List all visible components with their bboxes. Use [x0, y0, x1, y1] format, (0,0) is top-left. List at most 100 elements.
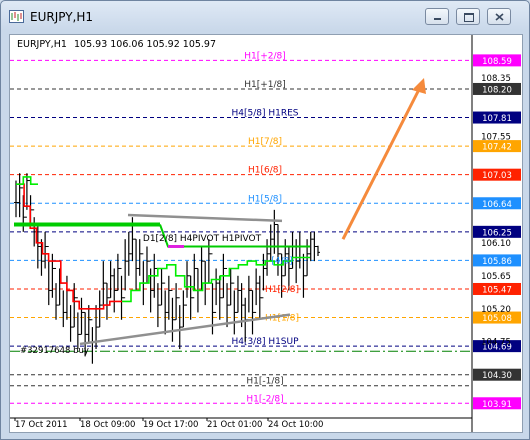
candle-bar: [68, 289, 73, 342]
chart-app-icon: [9, 10, 24, 23]
maximize-icon: [464, 13, 474, 22]
candle-bar: [225, 267, 230, 328]
price-tag: 104.30: [473, 368, 521, 381]
candle-bar: [232, 282, 237, 335]
level-label: H4[3/8] H1SUP: [231, 337, 299, 347]
price-tag: 107.81: [473, 111, 521, 124]
candle-bar: [86, 305, 91, 342]
maximize-button[interactable]: [456, 8, 480, 25]
candle-bar: [141, 253, 146, 306]
candle-bar: [126, 231, 131, 276]
chart-symbol: EURJPY,H1: [17, 39, 67, 50]
candle-bar: [181, 290, 186, 328]
price-chart[interactable]: H1[+2/8] 108.59 H1[+1/8] 108.20 H4[5/8] H1RE…: [10, 35, 522, 432]
price-tag: 107.03: [473, 168, 521, 181]
level-label: H1[-2/8]: [246, 394, 283, 404]
forecast-arrow-line: [341, 86, 422, 240]
candle-bar: [265, 239, 270, 276]
level-label: H1[+2/8]: [244, 51, 286, 61]
candle-bar: [214, 268, 219, 313]
price-tag: 108.59: [473, 54, 521, 67]
window-title: EURJPY,H1: [30, 10, 94, 24]
candle-bar: [286, 246, 291, 291]
price-tag-text: 105.47: [482, 285, 512, 295]
x-tick-label: 17 Oct 2011: [15, 420, 68, 430]
y-tick-label: 104.75: [481, 338, 511, 348]
candle-bar: [188, 275, 193, 320]
candle-bar: [301, 245, 306, 298]
title-bar[interactable]: EURJPY,H1: [1, 1, 529, 33]
candle-bar: [54, 267, 59, 320]
forecast-arrow-head: [412, 77, 426, 94]
price-tag-text: 105.86: [482, 257, 512, 267]
price-tag-text: 107.42: [482, 143, 512, 153]
upper-trendline: [127, 213, 283, 223]
y-tick-label: 106.10: [481, 239, 511, 249]
candle-bar: [137, 239, 142, 276]
y-tick-label: 108.35: [481, 74, 511, 84]
candle-bar: [235, 275, 240, 313]
price-tag-text: 105.08: [482, 314, 512, 324]
chart-area[interactable]: H1[+2/8] 108.59 H1[+1/8] 108.20 H4[5/8] H1RE…: [9, 34, 523, 433]
y-tick-label: 107.55: [481, 133, 511, 143]
price-tag: 105.86: [473, 254, 521, 267]
price-tag: 108.20: [473, 82, 521, 95]
candle-bar: [254, 268, 259, 313]
candle-bar: [119, 267, 124, 320]
price-tag: 106.64: [473, 197, 521, 210]
candle-bar: [177, 297, 182, 350]
level-label: H4[5/8] H1RES: [231, 109, 298, 119]
level-label: H1[7/8]: [248, 137, 282, 147]
candle-bar: [217, 275, 222, 320]
x-tick-label: 18 Oct 09:00: [80, 420, 135, 430]
x-tick-label: 21 Oct 01:00: [207, 420, 262, 430]
price-tag-text: 103.91: [482, 400, 512, 410]
y-tick-label: 105.20: [481, 305, 511, 315]
candle-bar: [316, 245, 320, 257]
candle-bar: [159, 268, 164, 306]
candle-bar: [166, 275, 171, 320]
close-icon: [495, 13, 504, 21]
close-button[interactable]: [487, 8, 511, 25]
level-label: H1[6/8]: [248, 166, 282, 176]
price-tag: 105.47: [473, 282, 521, 295]
inline-level-label: H1[2/8]: [265, 285, 299, 295]
candle-bar: [61, 282, 66, 328]
candle-bar: [210, 253, 215, 335]
order-label: #32917648 buy: [20, 346, 89, 356]
candle-bar: [155, 267, 160, 328]
candle-bar: [170, 289, 175, 342]
candle-bar: [14, 180, 18, 218]
price-tag: 103.91: [473, 397, 521, 410]
ohlc-readout: 105.93 106.06 105.92 105.97: [74, 39, 216, 50]
candle-bar: [112, 268, 117, 313]
candle-bar: [185, 261, 190, 306]
level-label: H1[5/8]: [248, 194, 282, 204]
candle-bar: [312, 231, 317, 262]
x-tick-label: 19 Oct 17:00: [143, 420, 198, 430]
x-tick-label: 24 Oct 10:00: [268, 420, 323, 430]
price-tag-text: 108.20: [482, 85, 512, 95]
price-tag-text: 104.30: [482, 371, 512, 381]
minimize-button[interactable]: [425, 8, 449, 25]
level-label: H1[-1/8]: [246, 377, 283, 387]
candle-bar: [79, 297, 84, 335]
price-tag-text: 108.59: [482, 57, 512, 67]
price-tag-text: 107.81: [482, 114, 512, 124]
candle-bar: [297, 231, 302, 269]
candle-bar: [257, 275, 262, 320]
candle-bar: [43, 231, 48, 269]
chart-window: EURJPY,H1 H1[+2/8] 108.59 H1[+1/8] 108.20 H4…: [0, 0, 530, 440]
minimize-icon: [434, 18, 441, 20]
inline-level-label: [4/8]: [271, 256, 293, 266]
y-tick-label: 105.65: [481, 272, 511, 282]
candle-bar: [163, 282, 168, 335]
candle-bar: [134, 238, 139, 291]
level-label: H1[+1/8]: [244, 80, 286, 90]
candle-bar: [108, 261, 113, 299]
inline-level-label: D1[2/8] H4PIVOT H1PIVOT: [143, 234, 262, 244]
price-tag: 106.25: [473, 225, 521, 238]
candle-bar: [246, 275, 251, 321]
candle-bar: [115, 253, 120, 291]
candle-bar: [101, 261, 106, 306]
